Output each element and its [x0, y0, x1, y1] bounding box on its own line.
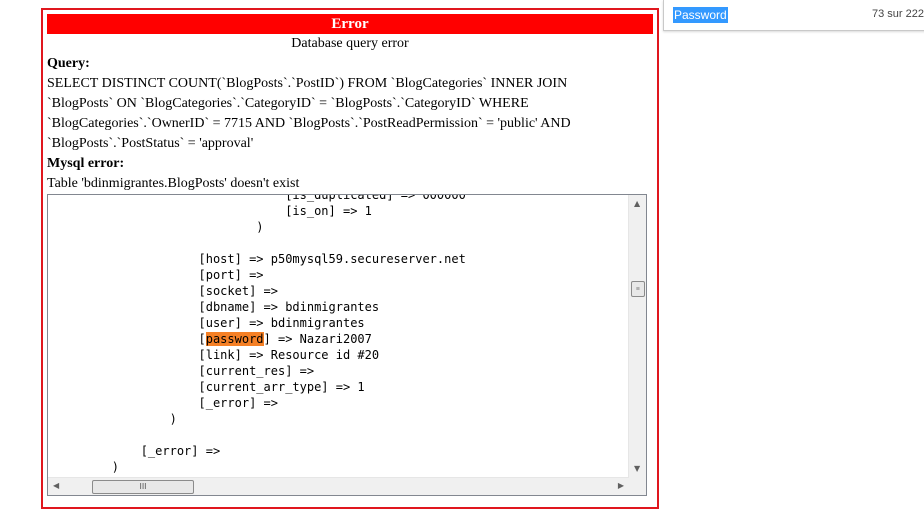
scroll-left-arrow-icon[interactable]: ◀: [53, 481, 59, 491]
scroll-right-arrow-icon[interactable]: ▶: [618, 481, 624, 491]
find-bar: Password 73 sur 222: [663, 0, 924, 31]
debug-dump-textarea[interactable]: [is_duplicated] => 000000 [is_on] => 1 )…: [47, 194, 647, 496]
dump-line: ): [54, 460, 120, 474]
query-line: `BlogCategories`.`OwnerID` = 7715 AND `B…: [47, 116, 571, 131]
dump-line: [54, 427, 628, 443]
dump-line: [_error] =>: [54, 396, 278, 410]
dump-line: ): [54, 220, 264, 234]
query-line: SELECT DISTINCT COUNT(`BlogPosts`.`PostI…: [47, 76, 568, 91]
query-text: SELECT DISTINCT COUNT(`BlogPosts`.`PostI…: [47, 74, 653, 154]
mysql-error-message: Table 'bdinmigrantes.BlogPosts' doesn't …: [47, 176, 300, 191]
query-line: `BlogPosts`.`PostStatus` = 'approval': [47, 136, 254, 151]
find-search-input[interactable]: Password: [673, 7, 728, 23]
scroll-down-arrow-icon[interactable]: ▼: [634, 464, 640, 474]
horizontal-scrollbar[interactable]: ◀ III ▶: [48, 477, 629, 495]
dump-line: [54, 235, 628, 251]
dump-line: [_error] =>: [54, 444, 221, 458]
error-subtitle: Database query error: [291, 36, 409, 51]
dump-line: [socket] =>: [54, 284, 278, 298]
dump-line: [port] =>: [54, 268, 264, 282]
find-match-count: 73 sur 222: [872, 8, 924, 20]
dump-line: [dbname] => bdinmigrantes: [54, 300, 380, 314]
scroll-up-arrow-icon[interactable]: ▲: [634, 199, 640, 209]
dump-line: [link] => Resource id #20: [54, 348, 380, 362]
query-line: `BlogPosts` ON `BlogCategories`.`Categor…: [47, 96, 529, 111]
search-highlight: password: [205, 332, 264, 346]
query-label: Query:: [47, 56, 90, 71]
horizontal-scroll-thumb[interactable]: III: [92, 480, 194, 494]
debug-dump-content: [is_duplicated] => 000000 [is_on] => 1 )…: [54, 194, 628, 478]
dump-line: [is_on] => 1: [54, 204, 372, 218]
scrollbar-corner: [629, 478, 646, 495]
dump-line: [current_arr_type] => 1: [54, 380, 365, 394]
dump-line: [current_res] =>: [54, 364, 315, 378]
error-panel: Error Database query error Query: SELECT…: [41, 8, 659, 509]
vertical-scroll-thumb[interactable]: ≡: [631, 281, 645, 297]
dump-line: [user] => bdinmigrantes: [54, 316, 365, 330]
mysql-error-label: Mysql error:: [47, 156, 125, 171]
dump-line: [password] => Nazari2007: [54, 332, 372, 346]
vertical-scrollbar[interactable]: ▲ ≡ ▼: [628, 195, 646, 478]
dump-line: [is_duplicated] => 000000: [54, 194, 466, 202]
dump-line: ): [54, 412, 177, 426]
dump-line: [host] => p50mysql59.secureserver.net: [54, 252, 466, 266]
error-title: Error: [47, 14, 653, 34]
